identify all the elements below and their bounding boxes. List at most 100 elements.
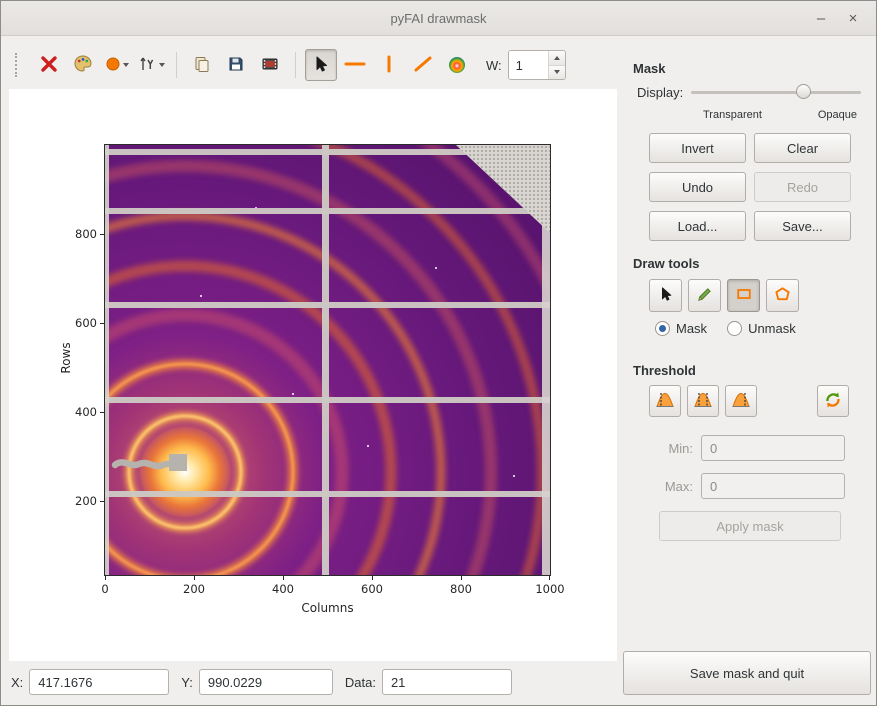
mask-buttons: Invert Clear Undo Redo Load... Save... bbox=[649, 133, 851, 241]
histogram-above-icon bbox=[731, 391, 751, 412]
colormap-dialog-button[interactable] bbox=[67, 49, 99, 81]
threshold-above-button[interactable] bbox=[725, 385, 757, 417]
x-tick bbox=[194, 576, 195, 580]
slider-handle[interactable] bbox=[796, 84, 811, 99]
refresh-icon bbox=[823, 390, 843, 413]
hline-tool-button[interactable] bbox=[339, 49, 371, 81]
diffraction-image[interactable] bbox=[105, 145, 550, 575]
unmask-radio[interactable]: Unmask bbox=[727, 321, 796, 336]
x-tick bbox=[105, 576, 106, 580]
opaque-label: Opaque bbox=[818, 109, 857, 121]
radio-selected-icon bbox=[655, 321, 670, 336]
histogram-between-icon bbox=[693, 391, 713, 412]
polygon-icon bbox=[774, 286, 791, 306]
status-x-value[interactable] bbox=[29, 669, 169, 695]
mask-side-panel: Mask Display: Transparent Opaque Invert … bbox=[623, 51, 871, 647]
display-opacity-slider[interactable] bbox=[691, 83, 861, 101]
clear-mask-button[interactable] bbox=[33, 49, 65, 81]
x-tick bbox=[549, 576, 550, 580]
clipboard-icon bbox=[193, 55, 211, 76]
display-label: Display: bbox=[637, 85, 683, 100]
status-x-label: X: bbox=[11, 675, 23, 690]
y-tick bbox=[100, 412, 104, 413]
plot-panel: 0 200 400 600 800 1000 800 600 400 200 C… bbox=[9, 89, 617, 661]
display-opacity-row: Display: bbox=[637, 83, 861, 101]
x-tick-label: 400 bbox=[272, 582, 294, 596]
clear-button[interactable]: Clear bbox=[754, 133, 851, 163]
pencil-width-label: W: bbox=[486, 58, 502, 73]
load-button[interactable]: Load... bbox=[649, 211, 746, 241]
x-tick bbox=[283, 576, 284, 580]
plot-axes[interactable]: 0 200 400 600 800 1000 800 600 400 200 C… bbox=[104, 144, 551, 576]
colormap-icon bbox=[449, 57, 465, 73]
y-tick bbox=[100, 234, 104, 235]
vertical-line-icon bbox=[380, 55, 398, 76]
pencil-tool-button[interactable] bbox=[688, 279, 721, 312]
apply-mask-button: Apply mask bbox=[659, 511, 841, 541]
status-y-value[interactable] bbox=[199, 669, 333, 695]
diagonal-line-icon bbox=[413, 55, 433, 76]
x-tick bbox=[372, 576, 373, 580]
pencil-icon bbox=[696, 286, 713, 306]
y-tick-label: 800 bbox=[61, 227, 97, 241]
mask-radio-label: Mask bbox=[676, 321, 707, 336]
orange-circle-icon bbox=[106, 57, 120, 74]
rectangle-icon bbox=[735, 286, 753, 305]
mask-section-title: Mask bbox=[633, 61, 666, 76]
threshold-refresh-button[interactable] bbox=[817, 385, 849, 417]
chevron-down-icon bbox=[123, 63, 129, 67]
y-axis-icon bbox=[138, 55, 156, 76]
draw-tools-row bbox=[649, 279, 799, 312]
slider-track[interactable] bbox=[691, 91, 861, 94]
y-tick-label: 400 bbox=[61, 405, 97, 419]
save-mask-quit-button[interactable]: Save mask and quit bbox=[623, 651, 871, 695]
pointer-draw-tool-button[interactable] bbox=[649, 279, 682, 312]
threshold-below-button[interactable] bbox=[649, 385, 681, 417]
threshold-buttons bbox=[649, 385, 849, 417]
statusbar: X: Y: Data: bbox=[1, 665, 619, 699]
polygon-tool-button[interactable] bbox=[766, 279, 799, 312]
minimize-button[interactable]: – bbox=[810, 7, 832, 29]
max-input bbox=[701, 473, 845, 499]
mask-radio[interactable]: Mask bbox=[655, 321, 707, 336]
pencil-width-input[interactable] bbox=[509, 51, 548, 79]
save-snapshot-button[interactable] bbox=[220, 49, 252, 81]
y-tick bbox=[100, 323, 104, 324]
toolbar-drag-handle[interactable] bbox=[15, 53, 22, 77]
colormap-preview-button[interactable] bbox=[441, 49, 473, 81]
spin-up-button[interactable] bbox=[549, 51, 565, 66]
window-title: pyFAI drawmask bbox=[390, 11, 486, 26]
copy-button[interactable] bbox=[186, 49, 218, 81]
invert-button[interactable]: Invert bbox=[649, 133, 746, 163]
min-input bbox=[701, 435, 845, 461]
cursor-arrow-icon bbox=[312, 55, 330, 76]
min-label: Min: bbox=[633, 441, 693, 456]
y-axis-orientation-button[interactable] bbox=[135, 49, 167, 81]
draw-tools-title: Draw tools bbox=[633, 256, 699, 271]
transparent-label: Transparent bbox=[703, 109, 762, 121]
close-button[interactable]: × bbox=[842, 7, 864, 29]
redo-button: Redo bbox=[754, 172, 851, 202]
line-tool-button[interactable] bbox=[407, 49, 439, 81]
save-button[interactable]: Save... bbox=[754, 211, 851, 241]
spin-down-button[interactable] bbox=[549, 66, 565, 80]
mask-scribble bbox=[105, 145, 550, 575]
chevron-down-icon bbox=[159, 63, 165, 67]
threshold-between-button[interactable] bbox=[687, 385, 719, 417]
cursor-arrow-icon bbox=[658, 286, 674, 305]
status-data-value[interactable] bbox=[382, 669, 512, 695]
toolbar-separator bbox=[295, 52, 296, 78]
rectangle-tool-button[interactable] bbox=[727, 279, 760, 312]
triangle-up-icon bbox=[554, 56, 560, 60]
x-tick bbox=[461, 576, 462, 580]
threshold-title: Threshold bbox=[633, 363, 696, 378]
undo-button[interactable]: Undo bbox=[649, 172, 746, 202]
radio-dot bbox=[659, 325, 666, 332]
media-button[interactable] bbox=[254, 49, 286, 81]
x-tick-label: 600 bbox=[361, 582, 383, 596]
marker-style-button[interactable] bbox=[101, 49, 133, 81]
vline-tool-button[interactable] bbox=[373, 49, 405, 81]
pointer-tool-button[interactable] bbox=[305, 49, 337, 81]
triangle-down-icon bbox=[554, 70, 560, 74]
mask-mode-radios: Mask Unmask bbox=[655, 321, 796, 336]
